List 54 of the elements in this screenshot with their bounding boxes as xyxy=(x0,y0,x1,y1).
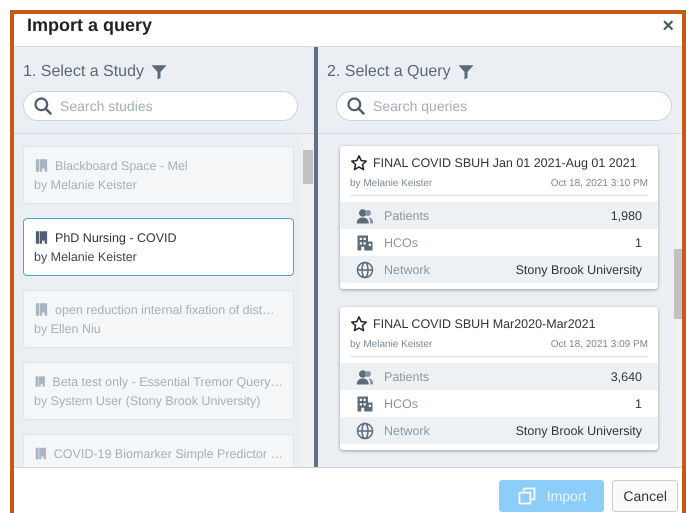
pane-heading: 1. Select a Study xyxy=(23,63,144,81)
query-card[interactable]: FINAL COVID SBUH Mar2020-Mar2021 by Melanie Keister Oct 18, 2021 3:09 PM Patients 3,640 HCOs 1 Network Stony Brook University xyxy=(340,307,658,450)
stat-label: Network xyxy=(384,424,431,438)
stat-value: 1 xyxy=(635,396,642,410)
people-icon xyxy=(356,206,374,224)
study-author: by Melanie Keister xyxy=(34,250,138,264)
query-author: by Melanie Keister xyxy=(350,339,432,350)
dialog-title: Import a query xyxy=(27,15,152,36)
globe-icon xyxy=(356,422,374,440)
stat-label: Network xyxy=(384,262,431,276)
close-button[interactable]: × xyxy=(662,16,674,36)
search-field[interactable]: Search queries xyxy=(336,91,672,121)
stat-value: 1 xyxy=(635,236,642,250)
stat-label: HCOs xyxy=(384,396,420,410)
scrollbar[interactable] xyxy=(674,134,682,467)
study-author: by System User (Stony Brook University) xyxy=(34,394,262,408)
study-name: COVID-19 Biomarker Simple Predictor … xyxy=(54,446,283,460)
book-icon xyxy=(34,301,49,318)
cancel-button[interactable]: Cancel xyxy=(612,480,678,512)
study-name: Beta test only - Essential Tremor Query… xyxy=(52,374,283,388)
stat-label: Patients xyxy=(384,208,430,222)
filter-icon xyxy=(150,63,168,81)
search-icon xyxy=(33,96,53,116)
query-card[interactable]: FINAL COVID SBUH Jan 01 2021-Aug 01 2021 by Melanie Keister Oct 18, 2021 3:10 PM Patients 1,980 HCOs 1 Network Stony Brook University xyxy=(340,146,658,289)
query-title: FINAL COVID SBUH Jan 01 2021-Aug 01 2021 xyxy=(373,156,637,170)
pane-heading: 2. Select a Query xyxy=(327,63,451,81)
study-author: by Ellen Niu xyxy=(34,322,102,336)
stat-value: 3,640 xyxy=(610,370,642,384)
study-author: by Melanie Keister xyxy=(34,178,138,192)
book-icon xyxy=(34,157,49,174)
book-icon xyxy=(34,229,49,246)
study-name: Blackboard Space - Mel xyxy=(55,158,188,172)
stat-value: Stony Brook University xyxy=(516,262,642,276)
building-icon xyxy=(356,394,374,412)
query-author: by Melanie Keister xyxy=(350,178,432,189)
stat-label: HCOs xyxy=(384,236,420,250)
book-icon xyxy=(34,445,48,462)
query-title: FINAL COVID SBUH Mar2020-Mar2021 xyxy=(373,317,596,331)
building-icon xyxy=(356,234,374,252)
stat-value: Stony Brook University xyxy=(516,424,642,438)
filter-icon xyxy=(456,63,475,81)
stat-value: 1,980 xyxy=(610,208,642,222)
globe-icon xyxy=(356,260,374,278)
stat-label: Patients xyxy=(384,370,430,384)
scrollbar[interactable] xyxy=(302,134,314,467)
copy-icon xyxy=(516,486,537,506)
query-date: Oct 18, 2021 3:10 PM xyxy=(550,178,648,189)
study-name: open reduction internal fixation of dist… xyxy=(55,302,275,316)
search-field[interactable]: Search studies xyxy=(23,91,298,121)
query-date: Oct 18, 2021 3:09 PM xyxy=(550,339,648,350)
study-name: PhD Nursing - COVID xyxy=(55,230,177,244)
people-icon xyxy=(356,368,374,386)
search-icon xyxy=(346,96,366,116)
study-card[interactable]: PhD Nursing - COVID by Melanie Keister xyxy=(23,218,294,276)
